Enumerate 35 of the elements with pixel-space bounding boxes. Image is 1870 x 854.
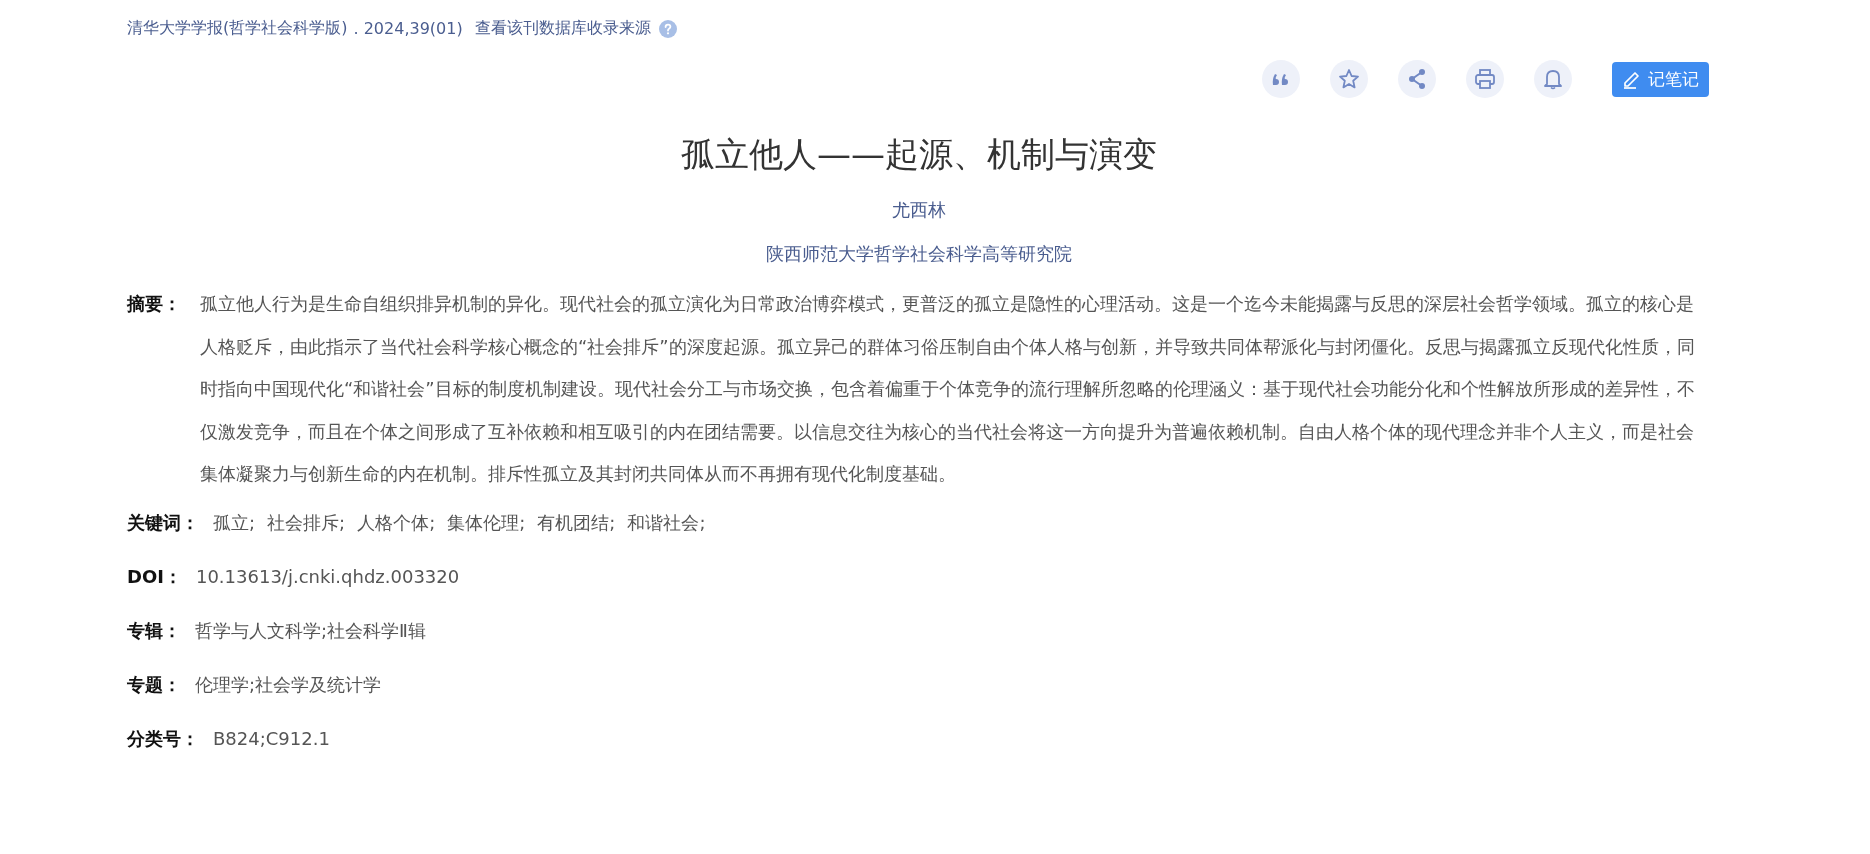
field-label: 专题： [127, 672, 181, 697]
print-button[interactable] [1466, 60, 1504, 98]
field-label: 专辑： [127, 618, 181, 643]
field-value: 10.13613/j.cnki.qhdz.003320 [195, 564, 460, 589]
star-icon [1338, 68, 1360, 90]
notification-button[interactable] [1534, 60, 1572, 98]
field-value: 伦理学;社会学及统计学 [195, 672, 382, 697]
cite-button[interactable] [1262, 60, 1300, 98]
abstract-label: 摘要： [127, 292, 182, 316]
keyword-link[interactable]: 集体伦理; [447, 507, 526, 538]
keyword-link[interactable]: 孤立; [213, 507, 256, 538]
journal-link[interactable]: 清华大学学报(哲学社会科学版) [127, 18, 348, 39]
field-label: DOI： [127, 564, 182, 589]
issue-link[interactable]: . 2024,39(01) [353, 19, 463, 38]
abstract-text: 孤立他人行为是生命自组织排异机制的异化。现代社会的孤立演化为日常政治博弈模式，更普泛的孤立是隐性的心理活动。这是一个迄今未能揭露与反思的深层社会哲学领域。孤立的核心是人格贬斥，由此指示了当代社会科学核心概念的“社会排斥”的深度起源。孤立异己的群体习俗压制自由个体人格与创新，并导致共同体帮派化与封闭僵化。反思与揭露孤立反现代化性质，同时指向中国现代化“和谐社会”目标的制度机制建设。现代社会分工与市场交换，包含着偏重于个体竞争的流行理解所忽略的伦理涵义：基于现代社会功能分化和个性解放所形成的差异性，不仅激发竞争，而且在个体之间形成了互补依赖和相互吸引的内在团结需要。以信息交往为核心的当代社会将这一方向提升为普遍依赖机制。自由人格个体的现代理念并非个人主义，而是社会集体凝聚力与创新生命的内在机制。排斥性孤立及其封闭共同体从而不再拥有现代化制度基础。 [200, 292, 1696, 486]
author-link[interactable]: 尤西林 [892, 199, 946, 220]
help-icon[interactable] [658, 19, 677, 38]
share-icon [1407, 68, 1427, 90]
keyword-link[interactable]: 和谐社会; [627, 507, 706, 538]
keyword-link[interactable]: 人格个体; [357, 507, 436, 538]
field-value: B824;C912.1 [213, 726, 330, 751]
keywords-label: 关键词： [127, 510, 199, 535]
institution-link[interactable]: 陕西师范大学哲学社会科学高等研究院 [766, 243, 1072, 264]
database-source-link[interactable]: 查看该刊数据库收录来源 [474, 18, 651, 39]
favorite-button[interactable] [1330, 60, 1368, 98]
printer-icon [1474, 68, 1496, 90]
keyword-link[interactable]: 社会排斥; [267, 507, 346, 538]
field-label: 分类号： [127, 726, 199, 751]
share-button[interactable] [1398, 60, 1436, 98]
bell-icon [1543, 68, 1563, 90]
article-title: 孤立他人——起源、机制与演变 [680, 133, 1158, 176]
field-value: 哲学与人文科学;社会科学Ⅱ辑 [195, 618, 426, 643]
pencil-icon [1622, 69, 1642, 89]
keyword-link[interactable]: 有机团结; [537, 507, 616, 538]
quote-icon [1271, 71, 1291, 87]
